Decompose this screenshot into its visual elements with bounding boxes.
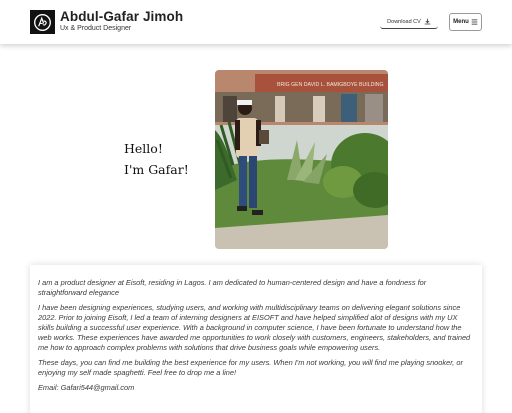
menu-label: Menu — [453, 19, 469, 25]
about-paragraph-hobbies: These days, you can find me building the… — [38, 358, 463, 377]
download-cv-label: Download CV — [387, 18, 421, 25]
greeting-line-name: I'm Gafar! — [124, 162, 189, 177]
download-icon — [424, 18, 431, 25]
logo-icon[interactable] — [30, 10, 55, 34]
contact-email[interactable]: Email: Gafari544@gmail.com — [38, 383, 474, 393]
about-section: I am a product designer at Eisoft, resid… — [30, 265, 482, 413]
greeting-line-hello: Hello! — [124, 141, 163, 156]
about-paragraph-intro: I am a product designer at Eisoft, resid… — [38, 278, 427, 297]
site-header: Abdul-Gafar Jimoh Ux & Product Designer … — [0, 0, 512, 44]
hero-greeting: Hello! I'm Gafar! — [124, 138, 189, 180]
profile-photo: BRIG GEN DAVID L. BAMIGBOYE BUILDING — [215, 70, 388, 249]
menu-button[interactable]: Menu — [449, 13, 482, 31]
hamburger-icon — [471, 19, 478, 25]
download-cv-button[interactable]: Download CV — [380, 15, 438, 29]
site-owner-name: Abdul-Gafar Jimoh — [60, 9, 184, 24]
site-owner-role: Ux & Product Designer — [60, 25, 132, 32]
photo-building-sign: BRIG GEN DAVID L. BAMIGBOYE BUILDING — [277, 82, 384, 88]
about-paragraph-experience: I have been designing experiences, study… — [38, 303, 471, 352]
